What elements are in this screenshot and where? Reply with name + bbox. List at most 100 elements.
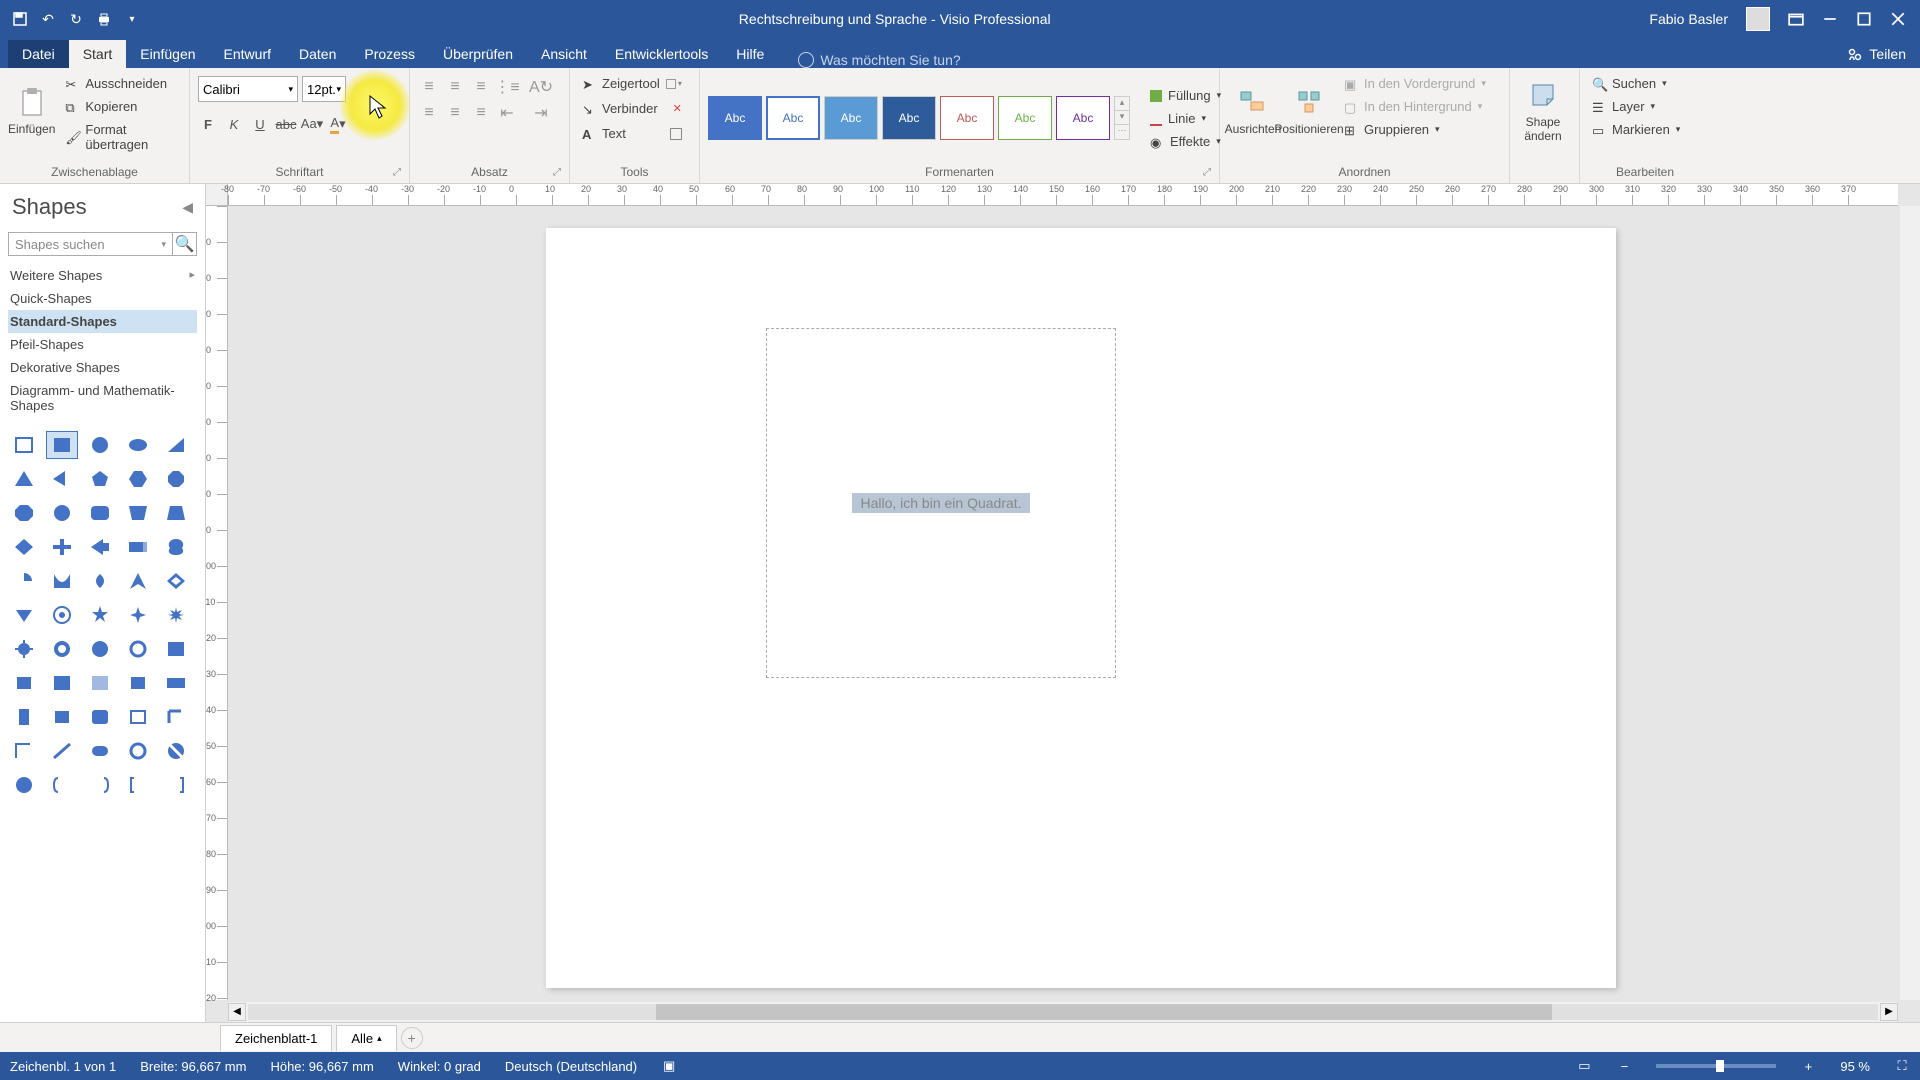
maximize-icon[interactable]: [1856, 11, 1872, 27]
gallery-down-icon[interactable]: ▾: [1115, 111, 1129, 125]
tab-file[interactable]: Datei: [8, 40, 69, 68]
shrink-font-button[interactable]: A▾: [374, 79, 394, 99]
shape-palette-item[interactable]: [122, 499, 154, 527]
line-button[interactable]: Linie▾: [1146, 109, 1225, 128]
shape-cat-quick[interactable]: Quick-Shapes: [8, 287, 197, 310]
connector-tool-button[interactable]: ↘Verbinder✕: [578, 99, 686, 118]
redo-icon[interactable]: ↻: [68, 11, 84, 27]
canvas-square-shape[interactable]: Hallo, ich bin ein Quadrat.: [766, 328, 1116, 678]
add-page-button[interactable]: +: [401, 1027, 423, 1049]
shape-palette-item[interactable]: [122, 533, 154, 561]
ruler-horizontal[interactable]: -80-70-60-50-40-30-20-100102030405060708…: [228, 184, 1898, 206]
shape-palette-item[interactable]: [8, 499, 40, 527]
close-icon[interactable]: [1890, 11, 1906, 27]
shape-palette-item[interactable]: [8, 567, 40, 595]
layer-button[interactable]: ☰Layer▾: [1588, 97, 1684, 116]
shape-cat-more[interactable]: Weitere Shapes: [8, 264, 197, 287]
user-avatar[interactable]: [1746, 7, 1770, 31]
shape-palette-item[interactable]: [160, 465, 192, 493]
page-tab-all[interactable]: Alle▴: [336, 1025, 396, 1051]
shape-palette-item[interactable]: [84, 533, 116, 561]
vertical-scrollbar[interactable]: [1900, 206, 1920, 1000]
shape-palette-item[interactable]: [84, 669, 116, 697]
send-back-button[interactable]: ▢In den Hintergrund▾: [1340, 97, 1490, 116]
tab-data[interactable]: Daten: [285, 40, 350, 68]
shape-palette-item[interactable]: [84, 431, 116, 459]
style-item-0[interactable]: Abc: [708, 96, 762, 140]
shape-palette-item[interactable]: [160, 533, 192, 561]
shape-palette-item[interactable]: [8, 635, 40, 663]
copy-button[interactable]: ⧉Kopieren: [61, 97, 181, 116]
align-middle-button[interactable]: ≡: [444, 76, 466, 98]
shape-palette-item[interactable]: [122, 771, 154, 799]
minimize-icon[interactable]: [1822, 11, 1838, 27]
align-button[interactable]: Ausrichten: [1228, 72, 1278, 150]
fill-button[interactable]: Füllung▾: [1146, 86, 1225, 105]
tab-view[interactable]: Ansicht: [527, 40, 601, 68]
text-tool-button[interactable]: AText: [578, 124, 686, 143]
indent-increase-button[interactable]: ⇥: [530, 102, 552, 124]
shape-palette-item[interactable]: [122, 635, 154, 663]
tab-devtools[interactable]: Entwicklertools: [601, 40, 722, 68]
shape-palette-item[interactable]: [160, 601, 192, 629]
scroll-left-icon[interactable]: ◀: [228, 1003, 246, 1021]
shape-palette-item[interactable]: [46, 771, 78, 799]
underline-button[interactable]: U: [250, 114, 270, 134]
shape-palette-item[interactable]: [160, 669, 192, 697]
bring-front-button[interactable]: ▣In den Vordergrund▾: [1340, 74, 1490, 93]
indent-decrease-button[interactable]: ⇤: [496, 102, 518, 124]
presentation-mode-icon[interactable]: ▭: [1576, 1058, 1592, 1074]
macro-record-icon[interactable]: ▣: [661, 1058, 677, 1074]
shape-palette-item[interactable]: [46, 635, 78, 663]
style-item-4[interactable]: Abc: [940, 96, 994, 140]
shape-palette-item[interactable]: [160, 771, 192, 799]
pointer-tool-button[interactable]: ➤Zeigertool ▾: [578, 74, 686, 93]
shape-cat-standard[interactable]: Standard-Shapes: [8, 310, 197, 333]
select-button[interactable]: ▭Markieren▾: [1588, 120, 1684, 139]
shapes-search-button[interactable]: 🔍: [173, 232, 197, 256]
tab-start[interactable]: Start: [69, 40, 127, 68]
shape-palette-item[interactable]: [84, 465, 116, 493]
bold-button[interactable]: F: [198, 114, 218, 134]
shape-palette-item[interactable]: [8, 703, 40, 731]
style-item-2[interactable]: Abc: [824, 96, 878, 140]
tab-design[interactable]: Entwurf: [210, 40, 285, 68]
shape-cat-decorative[interactable]: Dekorative Shapes: [8, 356, 197, 379]
shape-palette-item[interactable]: [122, 567, 154, 595]
strikethrough-button[interactable]: abc: [276, 114, 296, 134]
tab-insert[interactable]: Einfügen: [126, 40, 209, 68]
scroll-right-icon[interactable]: ▶: [1880, 1003, 1898, 1021]
shape-palette-item[interactable]: [46, 465, 78, 493]
paragraph-dialog-launcher[interactable]: ⤢: [553, 167, 561, 178]
shape-palette-item[interactable]: [8, 771, 40, 799]
font-size-select[interactable]: 12pt.▾: [302, 76, 346, 102]
shape-cat-diagram[interactable]: Diagramm- und Mathematik-Shapes: [8, 379, 197, 417]
position-button[interactable]: Positionieren: [1284, 72, 1334, 150]
shape-palette-item[interactable]: [46, 669, 78, 697]
shape-palette-item[interactable]: [46, 601, 78, 629]
shape-palette-item[interactable]: [8, 669, 40, 697]
italic-button[interactable]: K: [224, 114, 244, 134]
tab-review[interactable]: Überprüfen: [429, 40, 527, 68]
font-color-button[interactable]: A▾: [328, 114, 348, 134]
shape-palette-item[interactable]: [8, 465, 40, 493]
shape-palette-item[interactable]: [160, 737, 192, 765]
tell-me-search[interactable]: Was möchten Sie tun?: [798, 52, 960, 68]
shape-palette-item[interactable]: [160, 431, 192, 459]
grow-font-button[interactable]: A▴: [350, 79, 370, 99]
align-right-button[interactable]: ≡: [470, 102, 492, 124]
shape-palette-item[interactable]: [46, 431, 78, 459]
change-shape-button[interactable]: Shape ändern: [1518, 72, 1568, 150]
style-item-1[interactable]: Abc: [766, 96, 820, 140]
shape-palette-item[interactable]: [160, 567, 192, 595]
shape-palette-item[interactable]: [122, 737, 154, 765]
rotate-text-button[interactable]: A↻: [530, 76, 552, 98]
align-center-button[interactable]: ≡: [444, 102, 466, 124]
drawing-page[interactable]: Hallo, ich bin ein Quadrat.: [546, 228, 1616, 988]
case-button[interactable]: Aa▾: [302, 114, 322, 134]
shape-palette-item[interactable]: [122, 669, 154, 697]
font-dialog-launcher[interactable]: ⤢: [393, 167, 401, 178]
format-painter-button[interactable]: 🖌Format übertragen: [61, 120, 181, 154]
style-item-3[interactable]: Abc: [882, 96, 936, 140]
group-button[interactable]: ⊞Gruppieren▾: [1340, 120, 1490, 139]
